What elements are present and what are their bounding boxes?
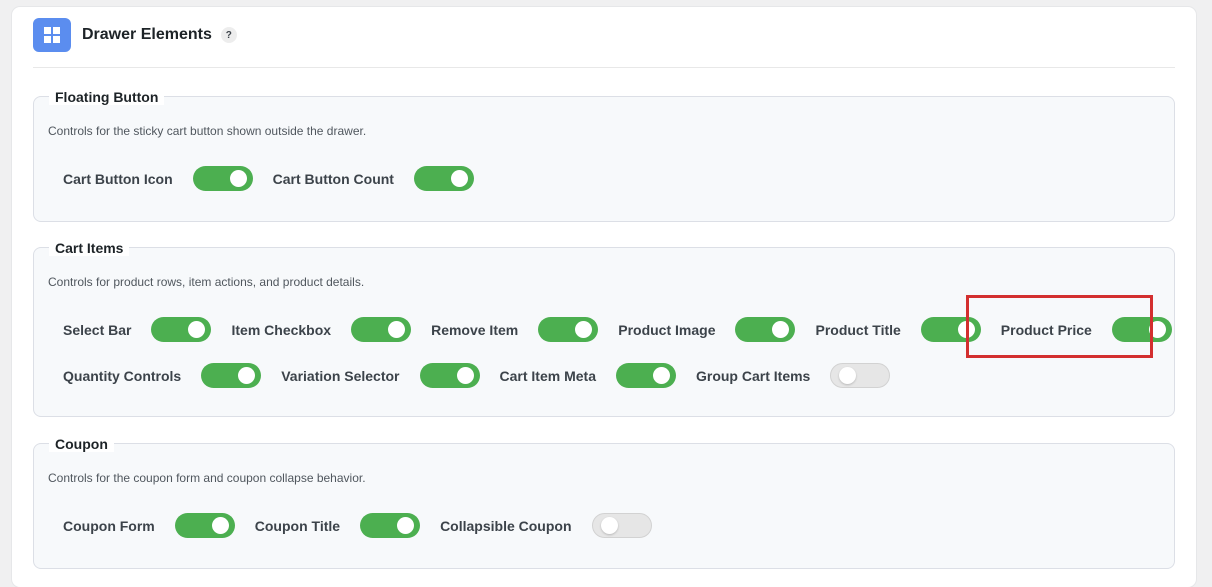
toggle-switch[interactable] xyxy=(192,166,253,191)
setting-remove-item: Remove Item xyxy=(431,317,599,342)
setting-cart-button-icon: Cart Button Icon xyxy=(63,166,253,191)
toggle-knob xyxy=(229,170,247,187)
toggle-row: Cart Button Icon Cart Button Count xyxy=(63,166,494,191)
toggle-switch[interactable] xyxy=(419,363,480,388)
setting-label: Cart Button Count xyxy=(272,170,394,187)
toggle-switch[interactable] xyxy=(591,513,652,538)
toggle-switch[interactable] xyxy=(174,513,235,538)
toggle-knob xyxy=(238,367,256,384)
page-title: Drawer Elements xyxy=(82,26,212,43)
toggle-switch[interactable] xyxy=(351,317,412,342)
section-description: Controls for the sticky cart button show… xyxy=(48,124,367,138)
setting-select-bar: Select Bar xyxy=(63,317,212,342)
section-description: Controls for the coupon form and coupon … xyxy=(48,471,366,485)
setting-label: Select Bar xyxy=(63,321,132,338)
setting-label: Cart Button Icon xyxy=(63,170,173,187)
toggle-knob xyxy=(456,367,474,384)
setting-label: Variation Selector xyxy=(281,367,400,384)
toggle-knob xyxy=(575,321,593,338)
setting-label: Collapsible Coupon xyxy=(440,517,572,534)
highlight-box xyxy=(966,295,1153,358)
setting-item-checkbox: Item Checkbox xyxy=(231,317,412,342)
toggle-knob xyxy=(652,367,670,384)
toggle-switch[interactable] xyxy=(538,317,599,342)
setting-label: Remove Item xyxy=(431,321,519,338)
toggle-switch[interactable] xyxy=(201,363,262,388)
setting-coupon-title: Coupon Title xyxy=(254,513,421,538)
setting-label: Group Cart Items xyxy=(695,367,811,384)
setting-coupon-form: Coupon Form xyxy=(63,513,235,538)
toggle-knob xyxy=(397,517,415,534)
section-coupon: Coupon Controls for the coupon form and … xyxy=(33,436,1175,569)
toggle-knob xyxy=(772,321,790,338)
toggle-switch[interactable] xyxy=(615,363,676,388)
help-icon[interactable]: ? xyxy=(220,27,237,43)
setting-product-title: Product Title xyxy=(815,317,981,342)
toggle-switch[interactable] xyxy=(360,513,421,538)
setting-variation-selector: Variation Selector xyxy=(281,363,480,388)
setting-quantity-controls: Quantity Controls xyxy=(63,363,262,388)
toggle-switch[interactable] xyxy=(413,166,474,191)
toggle-knob xyxy=(600,517,618,534)
section-title: Coupon xyxy=(49,436,114,452)
setting-label: Item Checkbox xyxy=(231,321,332,338)
setting-group-cart-items: Group Cart Items xyxy=(695,363,891,388)
setting-label: Coupon Form xyxy=(63,517,155,534)
toggle-row: Coupon Form Coupon Title Collapsible Cou… xyxy=(63,513,672,538)
drawer-elements-panel: Drawer Elements ? Floating Button Contro… xyxy=(12,7,1196,587)
panel-header: Drawer Elements ? xyxy=(33,18,237,52)
setting-collapsible-coupon: Collapsible Coupon xyxy=(440,513,652,538)
toggle-knob xyxy=(211,517,229,534)
setting-label: Quantity Controls xyxy=(63,367,182,384)
toggle-knob xyxy=(839,367,857,384)
section-title: Cart Items xyxy=(49,240,130,256)
grid-icon xyxy=(33,18,71,52)
toggle-switch[interactable] xyxy=(735,317,796,342)
setting-label: Coupon Title xyxy=(254,517,341,534)
section-title: Floating Button xyxy=(49,89,165,105)
toggle-knob xyxy=(388,321,406,338)
toggle-switch[interactable] xyxy=(830,363,891,388)
setting-label: Product Image xyxy=(618,321,716,338)
section-floating-button: Floating Button Controls for the sticky … xyxy=(33,89,1175,222)
setting-cart-item-meta: Cart Item Meta xyxy=(500,363,676,388)
toggle-knob xyxy=(450,170,468,187)
section-description: Controls for product rows, item actions,… xyxy=(48,275,365,289)
setting-product-image: Product Image xyxy=(618,317,796,342)
toggle-row: Quantity Controls Variation Selector Car… xyxy=(63,363,910,388)
setting-label: Cart Item Meta xyxy=(499,367,596,384)
toggle-knob xyxy=(188,321,206,338)
header-divider xyxy=(33,67,1175,68)
setting-label: Product Title xyxy=(815,321,901,338)
toggle-switch[interactable] xyxy=(151,317,212,342)
setting-cart-button-count: Cart Button Count xyxy=(273,166,474,191)
